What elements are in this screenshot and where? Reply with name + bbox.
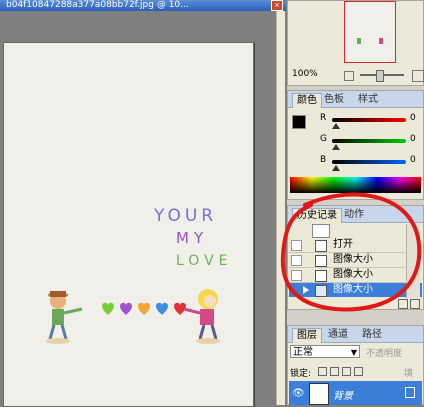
boy-character-illustration	[46, 291, 83, 344]
heart-icon-purple	[120, 302, 132, 315]
layers-panel: 图层 通道 路径 正常 ▼ 不透明度 锁定: 填 👁 背景	[287, 325, 424, 405]
tab-paths[interactable]: 路径	[358, 328, 386, 342]
layer-lock-icon	[405, 387, 415, 398]
layer-thumbnail	[309, 383, 329, 405]
channel-label-b: B	[320, 155, 327, 165]
tab-swatches[interactable]: 色板	[320, 93, 348, 107]
color-panel-tabs: 颜色 色板 样式	[288, 91, 423, 108]
red-circle-annotation	[280, 192, 422, 312]
channel-value-g[interactable]: 0	[410, 134, 416, 144]
heart-icon-green	[102, 302, 114, 315]
lock-pixels-icon[interactable]	[330, 367, 339, 376]
blue-slider-thumb[interactable]	[332, 165, 340, 171]
navigator-panel: 100%	[287, 0, 424, 86]
navigator-thumbnail[interactable]	[344, 1, 396, 63]
heart-icon-blue	[156, 302, 168, 315]
tab-channels[interactable]: 通道	[324, 328, 352, 342]
lock-position-icon[interactable]	[342, 367, 351, 376]
tab-layers[interactable]: 图层	[292, 328, 322, 343]
channel-value-b[interactable]: 0	[410, 155, 416, 165]
image-canvas[interactable]: YOUR MY LOVE	[3, 42, 254, 407]
foreground-color-swatch[interactable]	[292, 115, 306, 129]
document-close-button[interactable]: ×	[271, 0, 283, 11]
document-title: b04f10847288a377a08bb72f.jpg @ 10...	[6, 0, 189, 10]
red-slider[interactable]	[332, 118, 406, 122]
document-titlebar[interactable]: b04f10847288a377a08bb72f.jpg @ 10... ×	[0, 0, 286, 11]
chevron-down-icon[interactable]: ▼	[351, 346, 357, 359]
layer-name: 背景	[333, 391, 353, 402]
green-slider-thumb[interactable]	[332, 144, 340, 150]
color-panel: 颜色 色板 样式 R 0 G 0 B 0	[287, 90, 424, 200]
layer-row-background[interactable]: 👁 背景	[289, 381, 422, 405]
red-slider-thumb[interactable]	[332, 123, 340, 129]
zoom-in-icon[interactable]	[412, 70, 424, 82]
tab-color[interactable]: 颜色	[292, 93, 322, 108]
fill-label: 填	[404, 369, 414, 379]
opacity-label: 不透明度	[366, 349, 403, 359]
blend-mode-value: 正常	[293, 347, 313, 358]
channel-value-r[interactable]: 0	[410, 113, 416, 123]
girl-character-illustration	[183, 289, 220, 344]
navigator-thumbnail-art	[357, 38, 383, 44]
navigator-zoom-bar: 100%	[290, 69, 424, 82]
artwork-text-line2: MY	[176, 229, 208, 247]
blue-slider[interactable]	[332, 160, 406, 164]
green-slider[interactable]	[332, 139, 406, 143]
heart-icon-orange	[138, 302, 150, 315]
canvas-artwork: YOUR MY LOVE	[46, 206, 233, 344]
tab-styles[interactable]: 样式	[354, 93, 382, 107]
eye-visibility-icon[interactable]: 👁	[292, 388, 305, 399]
artwork-text-line1: YOUR	[153, 206, 217, 226]
zoom-readout[interactable]: 100%	[292, 69, 318, 79]
channel-label-r: R	[320, 113, 327, 123]
blend-mode-select[interactable]: 正常 ▼	[290, 345, 360, 358]
lock-transparent-icon[interactable]	[318, 367, 327, 376]
artwork-text-line3: LOVE	[176, 253, 233, 269]
lock-label: 锁定:	[290, 369, 312, 379]
layers-panel-tabs: 图层 通道 路径	[288, 326, 423, 343]
channel-label-g: G	[320, 134, 327, 144]
lock-all-icon[interactable]	[354, 367, 363, 376]
zoom-slider-thumb[interactable]	[376, 70, 384, 82]
zoom-out-icon[interactable]	[344, 71, 354, 81]
